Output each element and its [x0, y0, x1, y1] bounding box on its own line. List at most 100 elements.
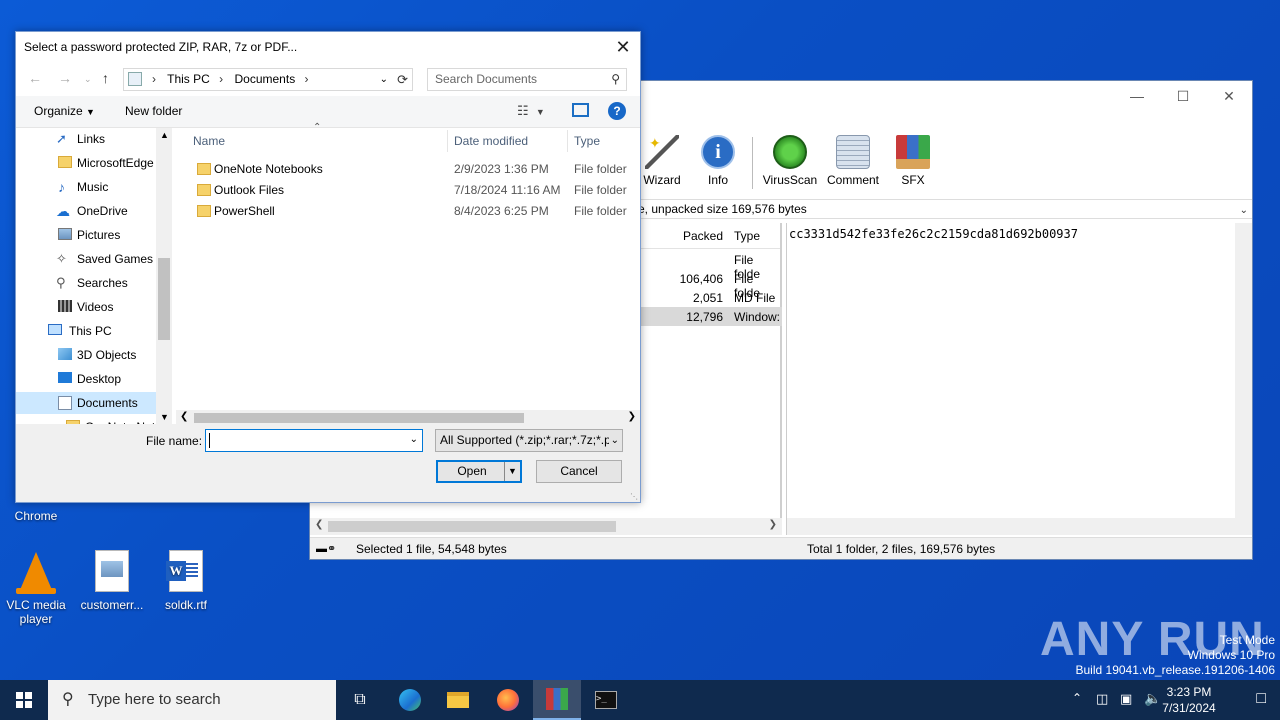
breadcrumb-separator-icon[interactable]: ›: [152, 72, 156, 86]
nav-item-links[interactable]: ➚ Links: [56, 128, 172, 150]
open-split-dropdown-icon[interactable]: ▼: [504, 462, 520, 481]
nav-vertical-scrollbar[interactable]: ▲ ▼: [156, 128, 172, 424]
nav-item-saved-games[interactable]: ✧ Saved Games: [56, 248, 172, 270]
chevron-down-icon[interactable]: ⌄: [608, 430, 619, 451]
chevron-down-icon[interactable]: ⌄: [410, 434, 418, 445]
chevron-down-icon[interactable]: ⌄: [1240, 202, 1248, 220]
network-icon[interactable]: ▣: [1120, 691, 1132, 707]
resize-grip-icon[interactable]: ⋱: [630, 492, 638, 501]
command-prompt-icon: >_: [595, 691, 617, 709]
minimize-icon[interactable]: —: [1114, 81, 1160, 111]
nav-item-documents[interactable]: Documents: [16, 392, 156, 414]
file-type-filter[interactable]: All Supported (*.zip;*.rar;*.7z;*.p ⌄: [435, 429, 623, 452]
close-icon[interactable]: ✕: [612, 36, 634, 58]
preview-pane-icon[interactable]: [572, 103, 589, 117]
column-header-date-modified[interactable]: Date modified: [454, 128, 528, 154]
toolbar-label: VirusScan: [762, 173, 818, 187]
search-input[interactable]: Search Documents ⚲: [427, 68, 627, 91]
scrollbar-thumb[interactable]: [328, 521, 616, 532]
refresh-icon[interactable]: ⟳: [397, 69, 408, 90]
up-arrow-icon[interactable]: ↑: [102, 70, 109, 86]
forward-arrow-icon[interactable]: →: [58, 70, 72, 86]
desktop-icon-label: soldk.rtf: [164, 598, 207, 612]
column-header-packed[interactable]: Packed: [683, 229, 723, 243]
scroll-right-icon[interactable]: ❯: [628, 411, 636, 422]
column-header-type[interactable]: Type: [734, 229, 760, 243]
nav-item-searches[interactable]: ⚲ Searches: [56, 272, 172, 294]
nav-item-desktop[interactable]: Desktop: [56, 368, 172, 390]
column-header-type[interactable]: Type: [574, 128, 600, 154]
breadcrumb-documents[interactable]: Documents: [235, 72, 296, 86]
folder-icon: [197, 205, 211, 217]
comment-button[interactable]: Comment: [821, 133, 885, 193]
winrar-icon: [546, 688, 568, 710]
address-bar[interactable]: › This PC › Documents › ⌄ ⟳: [123, 68, 413, 91]
scroll-up-icon[interactable]: ▲: [160, 130, 169, 140]
info-button[interactable]: i Info: [690, 133, 746, 193]
scrollbar-thumb[interactable]: [158, 258, 170, 340]
change-view-icon[interactable]: ☷ ▼: [517, 103, 545, 119]
file-row[interactable]: Outlook Files 7/18/2024 11:16 AM File fo…: [174, 180, 640, 201]
taskbar-cmd[interactable]: >_: [582, 680, 630, 720]
cancel-button[interactable]: Cancel: [536, 460, 622, 483]
breadcrumb-this-pc[interactable]: This PC: [167, 72, 210, 86]
taskbar-file-explorer[interactable]: [434, 680, 482, 720]
column-header-name[interactable]: Name: [193, 128, 225, 154]
notifications-icon[interactable]: □: [1256, 690, 1266, 708]
horizontal-scrollbar[interactable]: ❮ ❯: [310, 518, 782, 535]
chevron-down-icon[interactable]: ⌄: [380, 69, 388, 90]
taskbar-search[interactable]: ⚲ Type here to search: [48, 680, 336, 720]
toolbar-label: Wizard: [643, 173, 681, 187]
maximize-icon[interactable]: ☐: [1160, 81, 1206, 111]
back-arrow-icon[interactable]: ←: [28, 70, 42, 86]
taskbar-winrar[interactable]: [533, 680, 581, 720]
scrollbar-thumb[interactable]: [194, 413, 524, 423]
nav-item-videos[interactable]: Videos: [56, 296, 172, 318]
nav-item-this-pc[interactable]: This PC: [48, 320, 172, 342]
firefox-icon: [497, 689, 519, 711]
organize-button[interactable]: Organize ▼: [34, 104, 95, 118]
saved-games-icon: ✧: [56, 251, 67, 266]
sfx-button[interactable]: SFX: [885, 133, 941, 193]
virusscan-button[interactable]: VirusScan: [759, 133, 821, 193]
desktop-icon-label: VLC media player: [6, 598, 66, 626]
help-icon[interactable]: ?: [608, 102, 626, 120]
close-icon[interactable]: ✕: [1206, 81, 1252, 111]
nav-item-pictures[interactable]: Pictures: [56, 224, 172, 246]
comment-icon: [836, 135, 870, 169]
scroll-left-icon[interactable]: ❮: [315, 519, 323, 530]
breadcrumb-separator-icon[interactable]: ›: [219, 72, 223, 86]
file-row[interactable]: OneNote Notebooks 2/9/2023 1:36 PM File …: [174, 159, 640, 180]
virusscan-icon: [773, 135, 807, 169]
scroll-right-icon[interactable]: ❯: [769, 519, 777, 530]
scroll-left-icon[interactable]: ❮: [180, 411, 188, 422]
nav-item-music[interactable]: ♪ Music: [56, 176, 172, 198]
desktop-icon-vlc[interactable]: VLC media player: [0, 550, 76, 626]
security-icon[interactable]: ◫: [1096, 691, 1108, 707]
dialog-command-bar: Organize ▼ New folder ☷ ▼ ?: [16, 96, 640, 128]
desktop-icon-customerr[interactable]: customerr...: [72, 550, 152, 612]
file-name-input[interactable]: ⌄: [205, 429, 423, 452]
clock[interactable]: 3:23 PM 7/31/2024: [1154, 684, 1224, 716]
taskbar-edge[interactable]: [386, 680, 434, 720]
nav-item-microsoftedge[interactable]: MicrosoftEdge: [56, 152, 172, 174]
file-row[interactable]: PowerShell 8/4/2023 6:25 PM File folder: [174, 201, 640, 222]
recent-locations-icon[interactable]: ⌄: [84, 74, 92, 85]
drive-icon: ▬⚭: [316, 543, 337, 555]
breadcrumb-separator-icon[interactable]: ›: [305, 72, 309, 86]
start-button[interactable]: [0, 680, 48, 720]
vertical-scrollbar[interactable]: [1235, 223, 1252, 518]
chevron-up-icon[interactable]: ⌃: [1072, 691, 1082, 705]
new-folder-button[interactable]: New folder: [125, 104, 182, 118]
column-divider[interactable]: [567, 130, 568, 152]
open-button[interactable]: Open ▼: [436, 460, 522, 483]
desktop-icon-soldk[interactable]: W soldk.rtf: [146, 550, 226, 612]
nav-item-onedrive[interactable]: ☁ OneDrive: [56, 200, 172, 222]
nav-item-3d-objects[interactable]: 3D Objects: [56, 344, 172, 366]
task-view-button[interactable]: ⧉: [336, 680, 384, 720]
taskbar-firefox[interactable]: [484, 680, 532, 720]
column-divider[interactable]: [447, 130, 448, 152]
scroll-down-icon[interactable]: ▼: [160, 412, 169, 422]
horizontal-scrollbar[interactable]: [787, 518, 1252, 535]
wizard-button[interactable]: ✦ Wizard: [634, 133, 690, 193]
